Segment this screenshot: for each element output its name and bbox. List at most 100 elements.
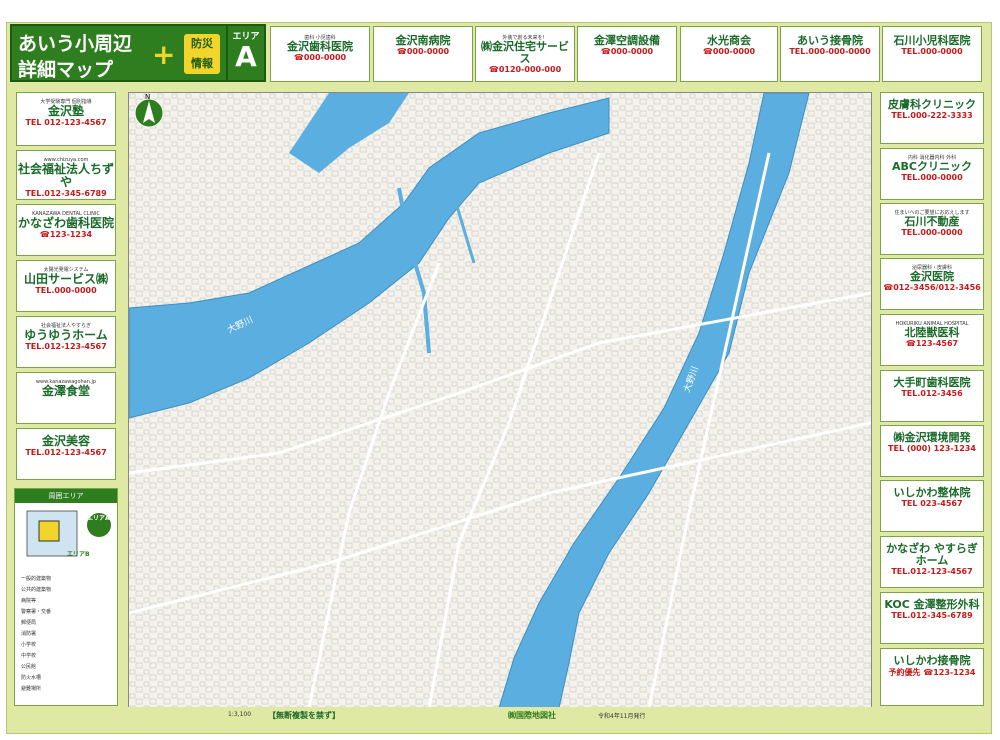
ad-phone: TEL.012-345-6789 [25,189,107,199]
ad-yuyu-home[interactable]: 社会福祉法人やすらぎ ゆうゆうホーム TEL.012-123-4567 [16,316,116,368]
plus-sign: + [152,38,176,71]
ad-phone: ☎123-4567 [905,339,959,349]
ad-kanazawa-hospital[interactable]: 金沢南病院 ☎000-0000 [373,26,473,82]
ad-aiu-bonesetter[interactable]: あいう接骨院 TEL.000-000-0000 [780,26,880,82]
footer-bar: 1:3,100 【無断複製を禁ず】 ㈱国際地図社 令和4年11月発行 [128,707,990,729]
publisher: ㈱国際地図社 [508,711,556,720]
legend-item: 避難場所 [21,686,42,692]
north-arrow-icon [134,98,164,128]
ad-suiko[interactable]: 水光商会 ☎000-0000 [680,26,778,82]
page-title-line2: 詳細マップ [18,59,114,81]
scale-text: 1:3,100 [228,711,252,718]
ad-phone: ☎000-0000 [396,47,450,57]
ad-ishikawa-pediatric[interactable]: 石川小児科医院 TEL.000-0000 [882,26,982,82]
legend-item: 防火水槽 [21,675,42,681]
ad-title: 大手町歯科医院 [893,376,971,389]
page-title-line1: あいう小周辺 [18,33,133,55]
ad-ishikawa-seitai[interactable]: いしかわ整体院 TEL 023-4567 [880,480,984,532]
ad-phone: TEL (000) 123-1234 [888,444,976,454]
ad-title: 山田サービス㈱ [23,272,108,286]
legend-area-badge: エリアA [87,515,110,522]
ad-phone: TEL.012-123-4567 [25,448,107,458]
ad-phone: TEL.000-222-3333 [891,111,973,121]
ad-phone: ☎012-3456/012-3456 [883,283,981,293]
ad-title: 金沢南病院 [395,34,451,47]
ad-title: 皮膚科クリニック [888,98,976,111]
ad-kanazawa-shokudo[interactable]: www.kanazawagohan.jp 金澤食堂 [16,372,116,424]
ad-phone: TEL.012-123-4567 [891,567,973,577]
legend-title: 周囲エリア [15,489,117,503]
legend-item: 一般的建築物 [21,576,52,582]
ad-phone: TEL.000-0000 [901,173,963,183]
ad-phone: TEL 012-123-4567 [25,118,107,128]
legend-item: 消防署 [21,631,37,637]
ad-phone: TEL 023-4567 [901,499,963,509]
ad-title: 石川小児科医院 [893,34,971,47]
ad-abc-clinic[interactable]: 内科 消化器内科 外科 ABCクリニック TEL.000-0000 [880,148,984,200]
ad-title: 金澤食堂 [41,384,90,398]
ad-title: あいう接骨院 [797,34,863,47]
ad-phone: TEL.012-345-6789 [891,611,973,621]
ad-title: かなざわ歯科医院 [17,216,114,230]
ad-title: 金沢医院 [910,270,954,283]
ad-phone: TEL.000-0000 [901,47,963,57]
ad-title: ゆうゆうホーム [24,328,108,342]
ad-kanazawa-juku[interactable]: 大学受験専門 個別指導 金沢塾 TEL 012-123-4567 [16,92,116,146]
ad-phone: TEL.000-0000 [35,286,97,296]
ad-title: 金沢美容 [41,434,90,448]
ad-phone: ☎000-0000 [293,53,347,63]
map-canvas[interactable]: N 大野川 大野川 [129,93,871,708]
ad-kanazawa-iin[interactable]: 泌尿器科・皮膚科 金沢医院 ☎012-3456/012-3456 [880,258,984,310]
ad-kanazawa-dental[interactable]: 歯科 小児歯科 金沢歯科医院 ☎000-0000 [270,26,370,82]
ad-phone: 予約優先 ☎123-1234 [888,668,976,678]
ad-phone: ☎000-0000 [600,47,654,57]
ad-koc-seikei[interactable]: KOC 金澤整形外科 TEL.012-345-6789 [880,592,984,644]
area-letter: A [235,40,257,73]
ad-phone: TEL.012-123-4567 [25,342,107,352]
legend-item: 公民館 [21,664,37,670]
legend-area-b: エリアB [67,551,90,558]
map-area[interactable]: N 大野川 大野川 [128,92,872,709]
issue-date: 令和4年11月発行 [598,713,646,720]
legend-item: 中学校 [21,653,37,659]
ad-title: 金沢歯科医院 [287,40,353,53]
ad-kanazawa-dental-left[interactable]: KANAZAWA DENTAL CLINIC かなざわ歯科医院 ☎123-1234 [16,204,116,256]
ad-title: 水光商会 [707,34,751,47]
legend-item: 郵便局 [21,620,37,626]
ad-chizuya[interactable]: www.chizuya.com 社会福祉法人ちずや TEL.012-345-6789 [16,150,116,200]
ad-phone: ☎0120-000-000 [488,65,562,75]
ad-title: KOC 金澤整形外科 [884,598,980,611]
ad-ishikawa-sekkotsu[interactable]: いしかわ接骨院 予約優先 ☎123-1234 [880,648,984,706]
legend: 周囲エリア エリアA エリアB 一般的建築物 公共的建築物 病院等 警察署・交番 郵便局… [14,488,118,706]
ad-kk-kanazawa-env[interactable]: ㈱金沢環境開発 TEL (000) 123-1234 [880,425,984,477]
ad-title: 北陸獣医科 [904,326,960,339]
ad-title: 金沢塾 [47,104,84,118]
ad-ishikawa-fudousan[interactable]: 住まいへのご要望にお応えします 石川不動産 TEL.000-0000 [880,203,984,255]
legend-item: 警察署・交番 [21,609,52,615]
ad-title: ㈱金沢住宅サービス [481,40,569,66]
ad-kanazawa-aircon[interactable]: 金澤空調設備 ☎000-0000 [577,26,677,82]
ad-title: ㈱金沢環境開発 [893,431,971,444]
ad-title: ABCクリニック [892,160,972,173]
legend-item: 病院等 [21,598,37,604]
bousai-badge: 防災 情報 [184,34,220,74]
legend-item: 小学校 [21,642,37,648]
ad-title: いしかわ接骨院 [893,654,971,667]
ad-title: 社会福祉法人ちずや [17,162,114,190]
ad-yamada[interactable]: 太陽光発電システム 山田サービス㈱ TEL.000-0000 [16,260,116,312]
ad-hifuka-clinic[interactable]: 皮膚科クリニック TEL.000-222-3333 [880,92,984,144]
ad-phone: TEL.000-000-0000 [789,47,871,57]
ad-phone: TEL.000-0000 [901,228,963,238]
copyright-notice: 【無断複製を禁ず】 [268,711,340,720]
ad-phone: TEL.012-3456 [901,389,963,399]
ad-title: 石川不動産 [904,215,960,228]
ad-hokuriku-vet[interactable]: HOKURIKU ANIMAL HOSPITAL 北陸獣医科 ☎123-4567 [880,314,984,366]
ad-phone: ☎123-1234 [39,230,93,240]
ad-title: いしかわ整体院 [893,486,971,499]
ad-kanazawa-living[interactable]: 外装で創る未来を！ ㈱金沢住宅サービス ☎0120-000-000 [475,26,575,82]
ad-kanazawa-biyou[interactable]: 金沢美容 TEL.012-123-4567 [16,428,116,480]
ad-title: 金澤空調設備 [594,34,660,47]
area-badge: エリア A [226,24,266,82]
ad-otemachi-dental[interactable]: 大手町歯科医院 TEL.012-3456 [880,370,984,422]
ad-yasuragi-home[interactable]: かなざわ やすらぎホーム TEL.012-123-4567 [880,536,984,588]
